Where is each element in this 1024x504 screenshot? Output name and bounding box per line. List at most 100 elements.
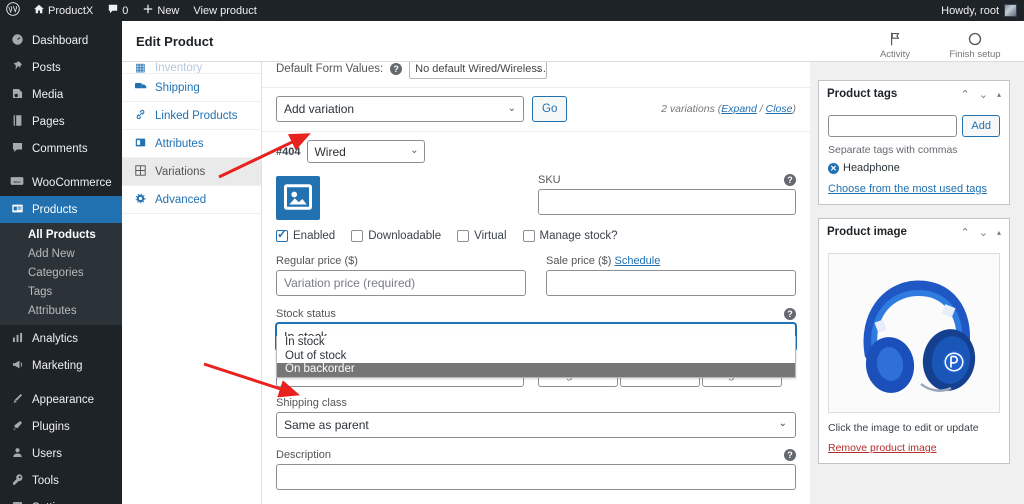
stock-status-dropdown[interactable]: In stock Out of stock On backorder	[276, 336, 796, 378]
sidebar-item-products[interactable]: Products	[0, 196, 122, 223]
sale-price-input[interactable]	[546, 270, 796, 296]
brush-icon	[9, 392, 25, 408]
sidebar-item-dashboard[interactable]: Dashboard	[0, 27, 122, 54]
checkbox-box[interactable]	[276, 227, 288, 242]
home-icon	[33, 3, 45, 18]
chevron-up-icon[interactable]: ⌃	[961, 226, 970, 239]
most-used-tags-link[interactable]: Choose from the most used tags	[828, 183, 1000, 195]
toggle-icon[interactable]: ▴	[997, 90, 1001, 99]
product-image-panel: Product image ⌃ ⌄ ▴ Click the image to e…	[818, 218, 1010, 464]
default-form-values-select[interactable]: No default Wired/Wireless… ⌄	[409, 62, 548, 79]
shipping-class-value: Same as parent	[284, 418, 369, 432]
remove-tag-icon[interactable]: ✕	[828, 162, 839, 174]
sidebar-item-label: Users	[32, 447, 63, 460]
variation-image-placeholder[interactable]	[276, 176, 320, 220]
close-link[interactable]: Close	[766, 103, 793, 115]
sidebar-item-comments[interactable]: Comments	[0, 135, 122, 162]
sidebar-item-plugins[interactable]: Plugins	[0, 413, 122, 440]
sidebar-item-users[interactable]: Users	[0, 440, 122, 467]
product-image-thumbnail[interactable]	[828, 253, 1000, 413]
description-input[interactable]	[276, 464, 796, 490]
tab-linked-products[interactable]: Linked Products	[122, 102, 261, 130]
checkbox-label: Enabled	[293, 230, 336, 242]
submenu-item-categories[interactable]: Categories	[0, 264, 122, 283]
sidebar-item-analytics[interactable]: Analytics	[0, 325, 122, 352]
checkbox-downloadable[interactable]: Downloadable	[351, 230, 441, 242]
sidebar-item-woocommerce[interactable]: woo WooCommerce	[0, 169, 122, 196]
checkbox-box[interactable]	[457, 230, 470, 242]
dropdown-option-in-stock[interactable]: In stock	[277, 336, 795, 350]
submenu-item-all-products[interactable]: All Products	[0, 226, 122, 245]
settings-icon	[9, 500, 25, 504]
users-icon	[9, 446, 25, 462]
checkbox-box[interactable]	[522, 230, 535, 242]
sidebar-item-label: Posts	[32, 61, 61, 74]
wordpress-logo-button[interactable]	[0, 0, 26, 21]
finish-setup-button[interactable]: Finish setup	[948, 32, 1002, 62]
admin-bar: ProductX 0 New View product Howdy, root	[0, 0, 1024, 21]
chevron-down-icon[interactable]: ⌄	[979, 88, 988, 101]
gear-icon	[134, 193, 147, 207]
help-icon[interactable]: ?	[390, 63, 403, 75]
shipping-class-label: Shipping class	[276, 397, 347, 409]
dropdown-option-label: On backorder	[285, 363, 355, 375]
schedule-link[interactable]: Schedule	[614, 255, 660, 267]
sidebar-item-marketing[interactable]: Marketing	[0, 352, 122, 379]
sidebar-item-tools[interactable]: Tools	[0, 467, 122, 494]
products-icon	[9, 202, 25, 218]
dropdown-option-on-backorder[interactable]: On backorder	[277, 363, 795, 377]
truck-icon	[134, 81, 147, 94]
tag-name: Headphone	[843, 162, 900, 174]
chevron-up-icon[interactable]: ⌃	[961, 88, 970, 101]
add-tag-button[interactable]: Add	[962, 115, 1000, 137]
checkbox-label: Downloadable	[368, 230, 442, 242]
help-icon[interactable]: ?	[784, 308, 796, 320]
tab-attributes[interactable]: Attributes	[122, 130, 261, 158]
tag-input[interactable]	[828, 115, 958, 137]
checkbox-virtual[interactable]: Virtual	[457, 230, 507, 242]
help-icon[interactable]: ?	[784, 174, 796, 186]
expand-link[interactable]: Expand	[721, 103, 757, 115]
sidebar-item-settings[interactable]: Settings	[0, 494, 122, 504]
tab-variations[interactable]: Variations	[122, 158, 261, 186]
checkbox-enabled[interactable]: Enabled	[276, 227, 336, 242]
submenu-item-attributes[interactable]: Attributes	[0, 302, 122, 321]
add-variation-select[interactable]: Add variation ⌄	[276, 96, 524, 122]
checkbox-manage-stock[interactable]: Manage stock?	[522, 230, 618, 242]
tab-label: Attributes	[155, 137, 204, 150]
comments-bubble-button[interactable]: 0	[100, 0, 135, 21]
remove-product-image-link[interactable]: Remove product image	[828, 442, 1000, 454]
variation-attribute-select[interactable]: Wired ⌄	[307, 140, 426, 163]
sidebar-item-appearance[interactable]: Appearance	[0, 386, 122, 413]
tab-shipping[interactable]: Shipping	[122, 74, 261, 102]
product-tags-body: Add Separate tags with commas ✕ Headphon…	[819, 107, 1009, 204]
dropdown-option-out-of-stock[interactable]: Out of stock	[277, 350, 795, 364]
submenu-label: Tags	[28, 286, 53, 298]
shipping-class-select[interactable]: Same as parent ⌄	[276, 412, 796, 438]
new-content-button[interactable]: New	[135, 0, 186, 21]
sidebar-item-posts[interactable]: Posts	[0, 54, 122, 81]
checkbox-box[interactable]	[351, 230, 364, 242]
chevron-down-icon: ⌄	[778, 418, 787, 429]
go-button[interactable]: Go	[532, 96, 568, 122]
toggle-icon[interactable]: ▴	[997, 228, 1001, 237]
tab-advanced[interactable]: Advanced	[122, 186, 261, 214]
sale-price-group: Sale price ($) Schedule	[546, 255, 796, 296]
sale-price-label: Sale price ($)	[546, 255, 612, 267]
submenu-item-add-new[interactable]: Add New	[0, 245, 122, 264]
sidebar-item-pages[interactable]: Pages	[0, 108, 122, 135]
activity-button[interactable]: Activity	[868, 32, 922, 62]
chevron-down-icon[interactable]: ⌄	[979, 226, 988, 239]
admin-bar-account[interactable]: Howdy, root	[941, 4, 1024, 17]
activity-label: Activity	[879, 48, 911, 60]
regular-price-input[interactable]: Variation price (required)	[276, 270, 526, 296]
megaphone-icon	[9, 358, 25, 374]
sale-price-label-wrap: Sale price ($) Schedule	[546, 255, 796, 267]
view-product-button[interactable]: View product	[186, 0, 263, 21]
help-icon[interactable]: ?	[784, 449, 796, 461]
site-name-button[interactable]: ProductX	[26, 0, 100, 21]
sidebar-item-media[interactable]: Media	[0, 81, 122, 108]
tab-inventory[interactable]: ▦ Inventory	[122, 62, 261, 74]
submenu-item-tags[interactable]: Tags	[0, 283, 122, 302]
sku-input[interactable]	[538, 189, 796, 215]
